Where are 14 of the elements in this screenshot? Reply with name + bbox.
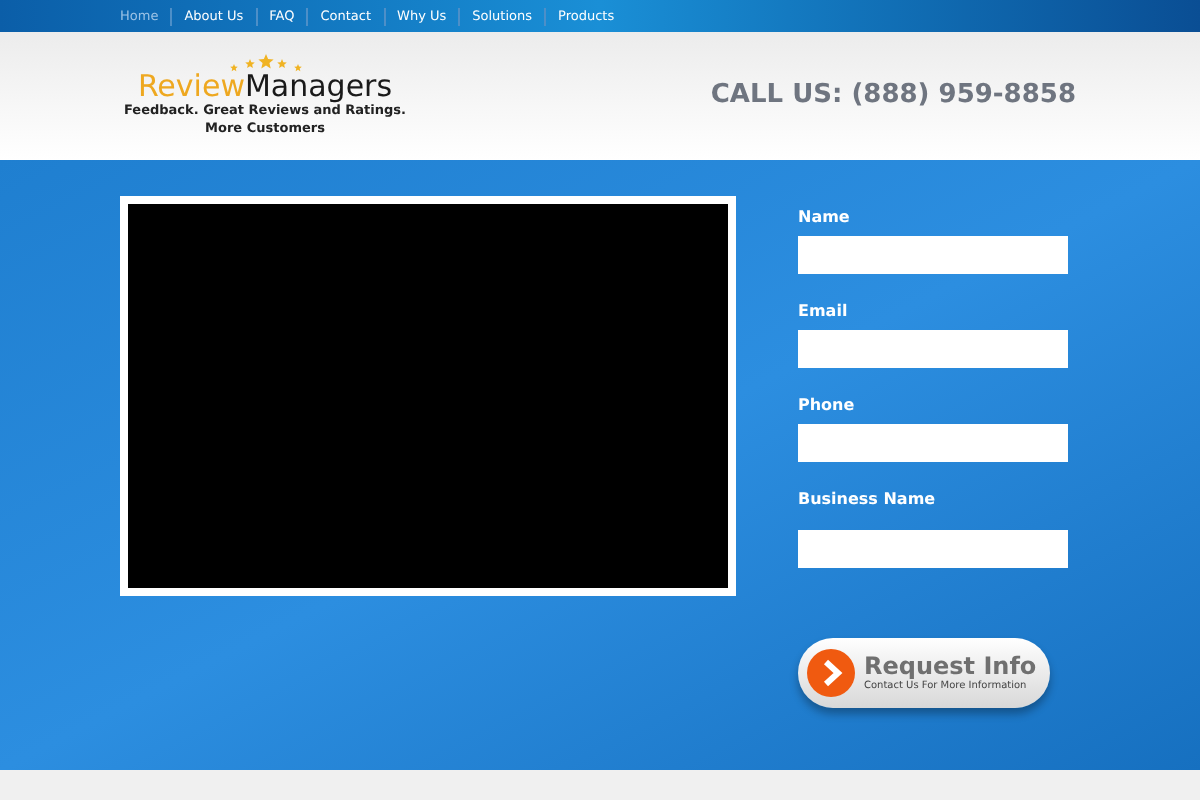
field-label: Email	[798, 302, 850, 322]
input-field[interactable]	[798, 424, 1068, 462]
logo-text: Managers	[244, 72, 393, 102]
chevron-right-icon	[806, 648, 856, 698]
input-field[interactable]	[798, 530, 1068, 568]
field-label: Phone	[798, 396, 857, 416]
logo-text: Review	[137, 72, 245, 102]
button-title: Request Info	[864, 652, 1037, 680]
phone-number: CALL US: (888) 959-8858	[710, 78, 1076, 115]
input-field[interactable]	[798, 330, 1068, 368]
input-field[interactable]	[798, 236, 1068, 274]
stars-icon	[225, 54, 305, 74]
field-label: Name	[798, 208, 852, 228]
field-label: Business Name	[798, 490, 938, 510]
